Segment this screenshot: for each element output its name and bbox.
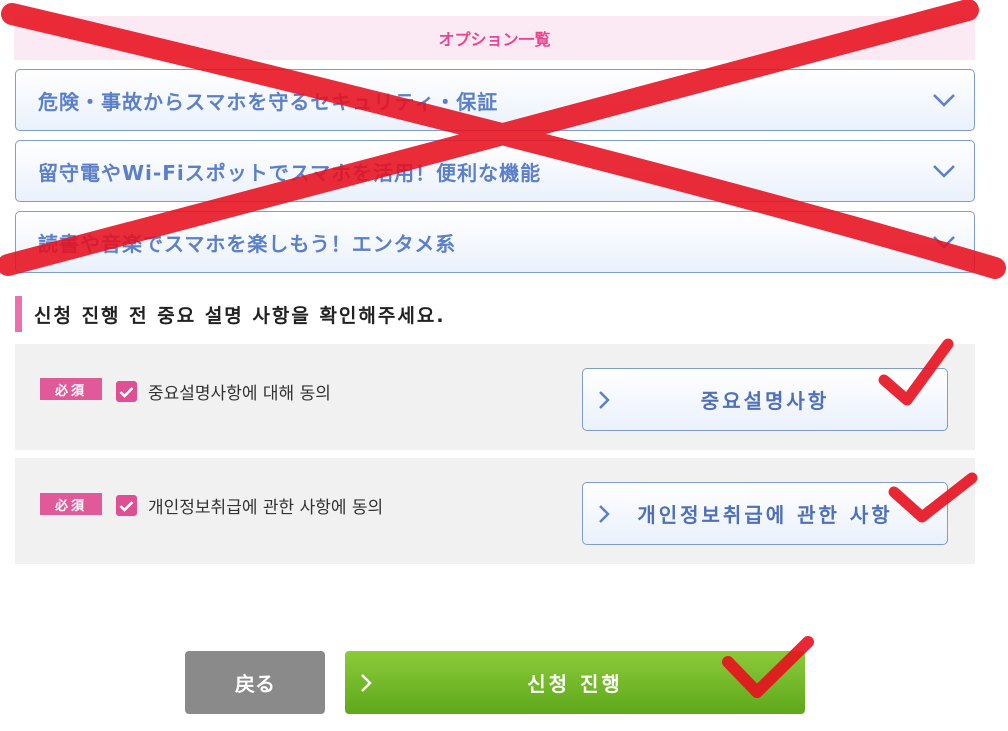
- privacy-policy-button[interactable]: 개인정보취급에 관한 사항: [582, 482, 948, 545]
- agree-important-checkbox[interactable]: [116, 381, 137, 402]
- section-title: 신청 진행 전 중요 설명 사항을 확인해주세요.: [15, 296, 446, 332]
- chevron-down-icon: [933, 94, 955, 107]
- accordion-security[interactable]: 危険・事故からスマホを守るセキュリティ・保証: [15, 69, 975, 131]
- important-notice-button[interactable]: 중요설명사항: [582, 368, 948, 431]
- chevron-down-icon: [933, 165, 955, 178]
- chevron-down-icon: [933, 236, 955, 249]
- back-button[interactable]: 戻る: [185, 651, 325, 714]
- chevron-right-icon: [599, 390, 610, 409]
- options-header: オプション一覧: [14, 16, 975, 60]
- consent-row-privacy: 必須 개인정보취급에 관한 사항에 동의 개인정보취급에 관한 사항: [15, 458, 975, 564]
- button-label: 개인정보취급에 관한 사항: [637, 503, 893, 527]
- accordion-features[interactable]: 留守電やWi-Fiスポットでスマホを活用！便利な機能: [15, 140, 975, 202]
- agree-privacy-checkbox[interactable]: [116, 495, 137, 516]
- checkmark-icon: [119, 500, 134, 512]
- consent-label: 개인정보취급에 관한 사항에 동의: [148, 498, 384, 518]
- button-label: 중요설명사항: [700, 389, 830, 413]
- required-badge: 必須: [40, 493, 102, 515]
- submit-label: 신청 진행: [527, 672, 623, 696]
- checkmark-icon: [119, 386, 134, 398]
- chevron-right-icon: [361, 673, 372, 692]
- accordion-label: 読書や音楽でスマホを楽しもう！エンタメ系: [38, 231, 457, 256]
- accordion-label: 危険・事故からスマホを守るセキュリティ・保証: [38, 89, 499, 114]
- required-badge: 必須: [40, 378, 102, 400]
- submit-button[interactable]: 신청 진행: [345, 651, 805, 714]
- consent-row-important: 必須 중요설명사항에 대해 동의 중요설명사항: [15, 344, 975, 450]
- chevron-right-icon: [599, 504, 610, 523]
- consent-label: 중요설명사항에 대해 동의: [148, 384, 331, 404]
- accordion-entertainment[interactable]: 読書や音楽でスマホを楽しもう！エンタメ系: [15, 211, 975, 273]
- accordion-label: 留守電やWi-Fiスポットでスマホを活用！便利な機能: [38, 160, 542, 185]
